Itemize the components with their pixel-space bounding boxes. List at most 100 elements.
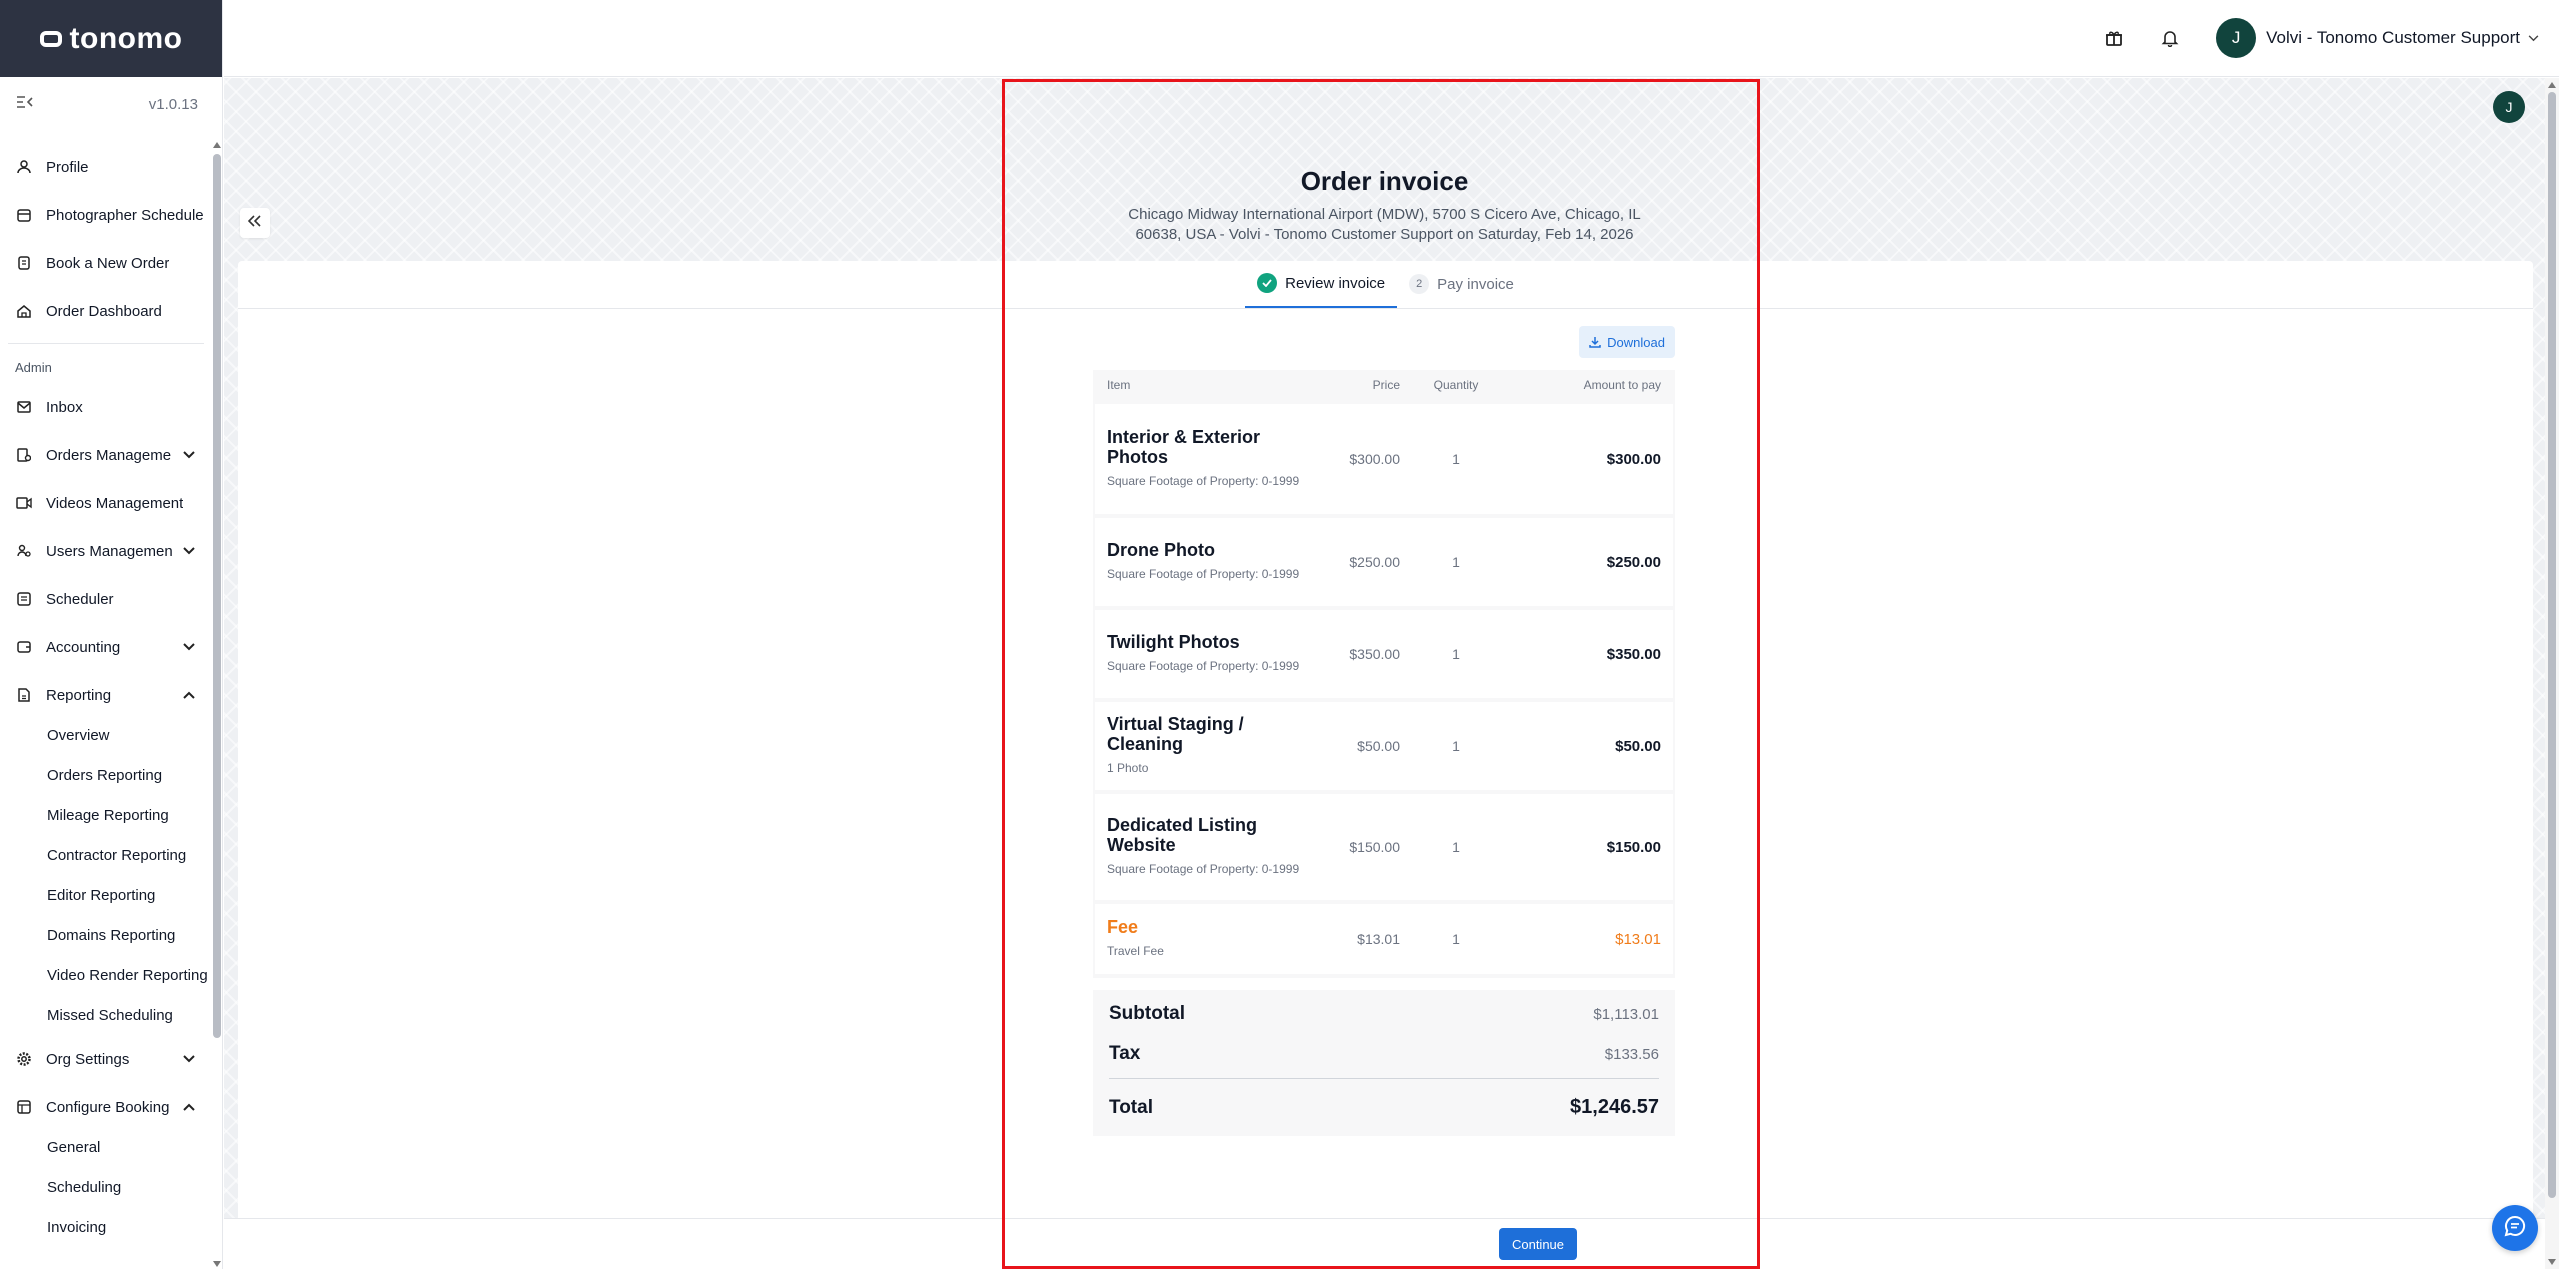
step-number: 2 (1409, 274, 1430, 294)
item-quantity: 1 (1452, 646, 1460, 662)
tax-row: Tax $133.56 (1109, 1043, 1659, 1064)
sidebar-subitem-booking[interactable]: General (0, 1127, 212, 1167)
chat-icon (2504, 1215, 2526, 1242)
chevron-down-icon[interactable] (180, 542, 198, 560)
page-title: Order invoice (1300, 166, 1469, 196)
sidebar-subitem-reporting[interactable]: Contractor Reporting (0, 835, 212, 875)
sidebar-item-accounting[interactable]: Accounting (0, 623, 212, 671)
sidebar-subitem-booking[interactable]: Scheduling (0, 1167, 212, 1207)
avatar[interactable]: J (2493, 91, 2525, 123)
item-cell: Drone Photo Square Footage of Property: 0… (1107, 540, 1312, 584)
sidebar-subitem-reporting[interactable]: Mileage Reporting (0, 795, 212, 835)
item-amount: $150.00 (1606, 838, 1661, 856)
mail-icon (16, 399, 32, 415)
sidebar-item-order-dashboard[interactable]: Order Dashboard (0, 287, 212, 335)
sidebar-item-configure-booking[interactable]: Configure Booking (0, 1083, 212, 1131)
users-icon (16, 543, 32, 559)
calendar-icon (16, 207, 32, 223)
table-header: Item Price Quantity Amount to pay (1107, 378, 1661, 392)
order-details: Chicago Midway International Airport (MD… (1128, 206, 1641, 243)
continue-button[interactable]: Continue (1499, 1228, 1577, 1260)
sidebar-subitem-reporting[interactable]: Domains Reporting (0, 915, 212, 955)
chevron-up-icon[interactable] (180, 1098, 198, 1116)
download-button[interactable]: Download (1579, 326, 1675, 358)
gift-icon[interactable] (2104, 28, 2124, 48)
tab-review-invoice[interactable]: Review invoice (1245, 260, 1398, 308)
sidebar-item-org-settings[interactable]: Org Settings (0, 1035, 212, 1083)
sidebar-item-profile[interactable]: Profile (0, 143, 212, 191)
sidebar-subitem-reporting[interactable]: Orders Reporting (0, 755, 212, 795)
bell-icon[interactable] (2160, 28, 2180, 48)
gear-icon (16, 1051, 32, 1067)
sidebar-item-users-management[interactable]: Users Management (0, 527, 212, 575)
item-description: Square Footage of Property: 0-1999 (1107, 567, 1300, 581)
sidebar-item-photographer-schedule[interactable]: Photographer Schedule (0, 191, 212, 239)
book-icon (16, 255, 32, 271)
item-cell: Dedicated Listing Website Square Footage … (1107, 815, 1312, 879)
report-icon (16, 687, 32, 703)
app-version: v1.0.13 (148, 95, 198, 113)
item-price: $300.00 (1349, 451, 1400, 467)
sidebar-item-inbox[interactable]: Inbox (0, 383, 212, 431)
sidebar-subitem-reporting[interactable]: Editor Reporting (0, 875, 212, 915)
check-circle-icon (1257, 273, 1278, 293)
item-description: 1 Photo (1107, 761, 1149, 775)
main-content: J Order invoice Chicago Midway Internati… (224, 78, 2545, 1269)
sidebar-item-scheduler[interactable]: Scheduler (0, 575, 212, 623)
table-row: Fee Travel Fee $13.01 1 $13.01 (1095, 904, 1673, 974)
chevron-up-icon[interactable] (180, 686, 198, 704)
sidebar-item-videos-management[interactable]: Videos Management (0, 479, 212, 527)
invoice-card: Review invoice 2 Pay invoice Download It… (238, 261, 2533, 1269)
logo-mark-icon (39, 30, 62, 47)
item-quantity: 1 (1452, 839, 1460, 855)
item-quantity: 1 (1452, 451, 1460, 467)
item-price: $50.00 (1357, 738, 1400, 754)
sidebar-scrollbar[interactable] (212, 138, 222, 1269)
item-name: Fee (1107, 917, 1139, 937)
item-cell: Virtual Staging / Cleaning 1 Photo (1107, 714, 1312, 778)
sidebar-item-book-new-order[interactable]: Book a New Order (0, 239, 212, 287)
sidebar-subitem-reporting[interactable]: Overview (0, 715, 212, 755)
sidebar-subitem-reporting[interactable]: Video Render Reporting (0, 955, 212, 995)
chevron-down-icon[interactable] (180, 446, 198, 464)
invoice-header: Order invoice Chicago Midway Internation… (224, 166, 2545, 245)
chevron-down-icon[interactable] (180, 1050, 198, 1068)
table-row: Twilight Photos Square Footage of Propert… (1095, 610, 1673, 698)
sidebar: tonomo v1.0.13 Profile Photographer Sche… (0, 0, 223, 1269)
item-description: Travel Fee (1107, 944, 1164, 958)
item-amount: $350.00 (1606, 645, 1661, 663)
invoice: Download Item Price Quantity Amount to p… (1093, 326, 1675, 1136)
subtotal-value: $1,113.01 (1593, 1005, 1659, 1023)
item-amount: $50.00 (1615, 737, 1661, 755)
sidebar-nav: Profile Photographer Schedule Book a New… (0, 138, 212, 1269)
sidebar-subitem-booking[interactable]: Invoicing (0, 1207, 212, 1247)
chevron-down-icon[interactable] (180, 638, 198, 656)
main-scrollbar[interactable] (2545, 78, 2559, 1269)
item-price: $150.00 (1349, 839, 1400, 855)
step-tabs: Review invoice 2 Pay invoice (238, 261, 2533, 309)
invoice-totals: Subtotal $1,113.01 Tax $133.56 Total $1,… (1093, 990, 1675, 1136)
top-header: J Volvi - Tonomo Customer Support (224, 0, 2559, 77)
sidebar-subitem-reporting[interactable]: Missed Scheduling (0, 995, 212, 1035)
item-cell: Fee Travel Fee (1107, 917, 1312, 961)
table-row: Drone Photo Square Footage of Property: 0… (1095, 518, 1673, 606)
video-icon (16, 495, 32, 511)
item-name: Twilight Photos (1107, 632, 1240, 652)
user-icon (16, 159, 32, 175)
avatar: J (2216, 18, 2257, 58)
item-description: Square Footage of Property: 0-1999 (1107, 659, 1300, 673)
collapse-sidebar-icon[interactable] (16, 95, 34, 113)
total-value: $1,246.57 (1570, 1096, 1659, 1118)
invoice-table: Item Price Quantity Amount to pay Interi… (1093, 370, 1675, 978)
sidebar-item-reporting[interactable]: Reporting (0, 671, 212, 719)
tab-pay-invoice[interactable]: 2 Pay invoice (1397, 260, 1526, 308)
user-menu[interactable]: J Volvi - Tonomo Customer Support (2216, 18, 2539, 58)
logo[interactable]: tonomo (0, 0, 222, 77)
footer-bar: Continue (224, 1218, 2545, 1269)
table-row: Dedicated Listing Website Square Footage … (1095, 794, 1673, 900)
chat-button[interactable] (2492, 1205, 2538, 1251)
item-amount: $13.01 (1615, 930, 1661, 948)
sidebar-item-orders-management[interactable]: Orders Management (0, 431, 212, 479)
item-price: $250.00 (1349, 554, 1400, 570)
user-name: Volvi - Tonomo Customer Support (2266, 28, 2520, 47)
